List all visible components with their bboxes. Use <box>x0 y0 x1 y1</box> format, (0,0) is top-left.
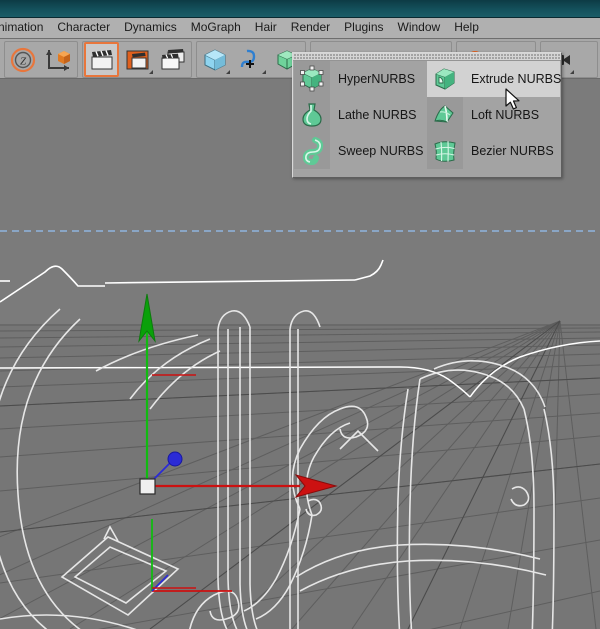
menu-item-mograph[interactable]: MoGraph <box>184 19 248 37</box>
render-view-button[interactable] <box>84 42 120 77</box>
palette-item-lathe-nurbs[interactable]: Lathe NURBS <box>294 97 427 133</box>
menu-item-render[interactable]: Render <box>284 19 337 37</box>
menu-item-window[interactable]: Window <box>391 19 448 37</box>
svg-text:Z: Z <box>20 55 27 67</box>
window-title-bar <box>0 0 600 18</box>
spline-pen-button[interactable] <box>234 43 268 76</box>
palette-right-column: Extrude NURBS Loft NURBS Bezier NURBS <box>427 61 562 176</box>
extrude-cube-icon <box>435 68 455 90</box>
menu-item-character[interactable]: Character <box>50 19 117 37</box>
palette-item-label: HyperNURBS <box>338 72 416 86</box>
loft-surface-icon-cell <box>427 97 463 133</box>
palette-drag-grip[interactable] <box>293 53 561 61</box>
toolbar-group-render <box>82 41 192 78</box>
palette-item-label: Loft NURBS <box>471 108 540 122</box>
toolbar-group-primitives <box>196 41 306 78</box>
palette-item-hypernurbs[interactable]: HyperNURBS <box>294 61 427 97</box>
palette-item-sweep-nurbs[interactable]: Sweep NURBS <box>294 133 427 169</box>
menu-item-plugins[interactable]: Plugins <box>337 19 390 37</box>
clapperboard-orange-icon <box>126 50 149 69</box>
palette-left-column: HyperNURBS Lathe NURBS Sweep NURBS <box>294 61 427 176</box>
menu-item-animation[interactable]: Animation <box>0 19 50 37</box>
palette-item-extrude-nurbs[interactable]: Extrude NURBS <box>427 61 562 97</box>
render-settings-button[interactable] <box>156 43 190 76</box>
circle-z-icon: Z <box>10 47 36 72</box>
sweep-spiral-icon-cell <box>294 133 330 169</box>
palette-item-label: Bezier NURBS <box>471 144 554 158</box>
loft-surface-icon <box>434 105 454 123</box>
menu-item-hair[interactable]: Hair <box>248 19 284 37</box>
cinema4d-logo-button[interactable]: Z <box>6 43 40 76</box>
axis-cube-icon <box>46 49 70 71</box>
bezier-patch-icon <box>434 141 456 162</box>
cube-primitive-button[interactable] <box>198 43 232 76</box>
palette-item-loft-nurbs[interactable]: Loft NURBS <box>427 97 560 133</box>
bezier-patch-icon-cell <box>427 133 463 169</box>
sweep-spiral-icon <box>302 137 324 165</box>
palette-item-label: Lathe NURBS <box>338 108 417 122</box>
palette-item-label: Extrude NURBS <box>471 72 562 86</box>
hypernurbs-cube-icon-cell <box>294 61 330 97</box>
hypernurbs-cube-icon <box>300 65 324 92</box>
clapperboard-stack-icon <box>161 48 185 69</box>
toolbar-group-undo-redo: Z <box>4 41 78 78</box>
lathe-vase-icon <box>302 103 322 127</box>
lathe-vase-icon-cell <box>294 97 330 133</box>
world-object-axis-button[interactable] <box>42 43 76 76</box>
clapperboard-icon <box>91 49 113 69</box>
menu-bar: Animation Character Dynamics MoGraph Hai… <box>0 18 600 39</box>
extrude-cube-icon-cell <box>427 61 463 97</box>
menu-item-dynamics[interactable]: Dynamics <box>117 19 184 37</box>
nurbs-generators-palette[interactable]: HyperNURBS Lathe NURBS Sweep NURBS Extru… <box>292 52 562 178</box>
menu-item-help[interactable]: Help <box>447 19 486 37</box>
cube-icon <box>204 48 226 71</box>
palette-item-bezier-nurbs[interactable]: Bezier NURBS <box>427 133 560 169</box>
spline-icon <box>240 49 256 68</box>
render-region-button[interactable] <box>121 43 155 76</box>
palette-item-label: Sweep NURBS <box>338 144 424 158</box>
